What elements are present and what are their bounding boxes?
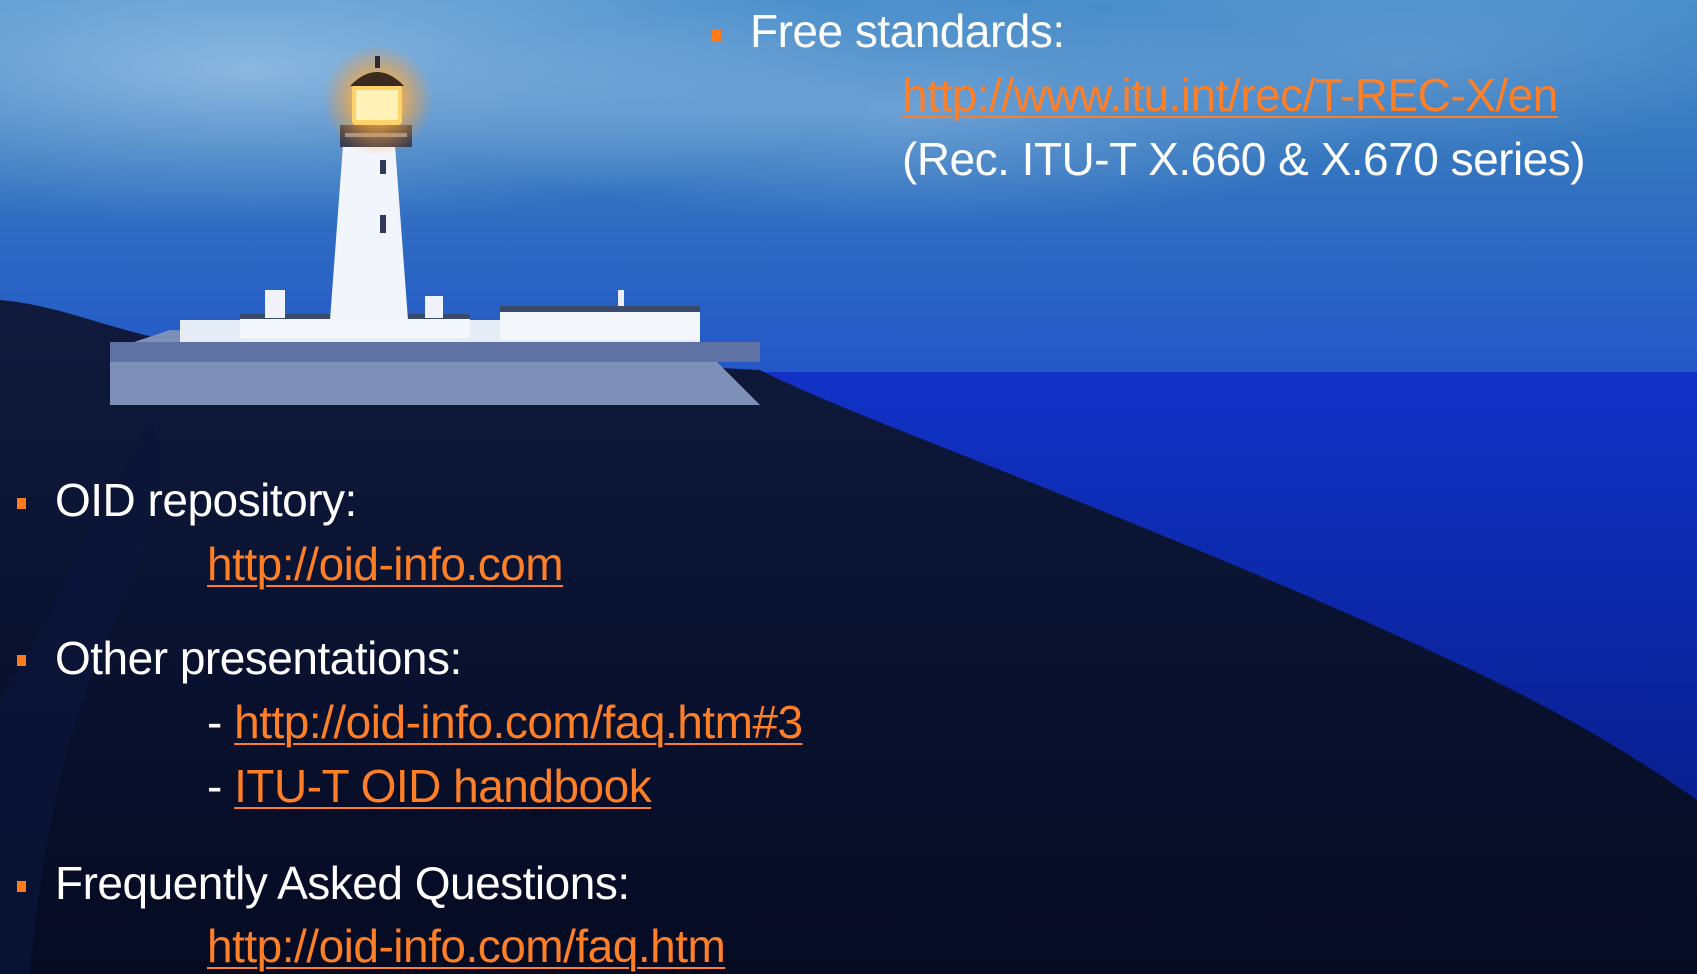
oid-handbook-link[interactable]: ITU-T OID handbook xyxy=(234,760,652,812)
presentations-line-1: - http://oid-info.com/faq.htm#3 xyxy=(207,694,803,750)
faq-link[interactable]: http://oid-info.com/faq.htm xyxy=(207,918,726,974)
lighthouse-illustration xyxy=(110,45,760,405)
faq-3-link[interactable]: http://oid-info.com/faq.htm#3 xyxy=(234,696,803,748)
free-standards-label: Free standards: xyxy=(750,5,1065,57)
oid-info-link[interactable]: http://oid-info.com xyxy=(207,536,564,592)
bullet-oid-repository xyxy=(17,498,26,509)
bullet-free-standards xyxy=(712,30,721,41)
other-presentations-label: Other presentations: xyxy=(55,632,462,684)
bullet-other-presentations xyxy=(17,655,26,666)
slide: Free standards: http://www.itu.int/rec/T… xyxy=(0,0,1697,974)
dash-2: - xyxy=(207,760,235,812)
bullet-faq xyxy=(17,881,26,892)
oid-repository-label: OID repository: xyxy=(55,474,357,526)
dash-1: - xyxy=(207,696,235,748)
rec-series-note: (Rec. ITU-T X.660 & X.670 series) xyxy=(902,133,1586,185)
faq-label: Frequently Asked Questions: xyxy=(55,857,630,909)
presentations-line-2: - ITU-T OID handbook xyxy=(207,758,652,814)
itu-rec-link[interactable]: http://www.itu.int/rec/T-REC-X/en xyxy=(902,67,1558,123)
